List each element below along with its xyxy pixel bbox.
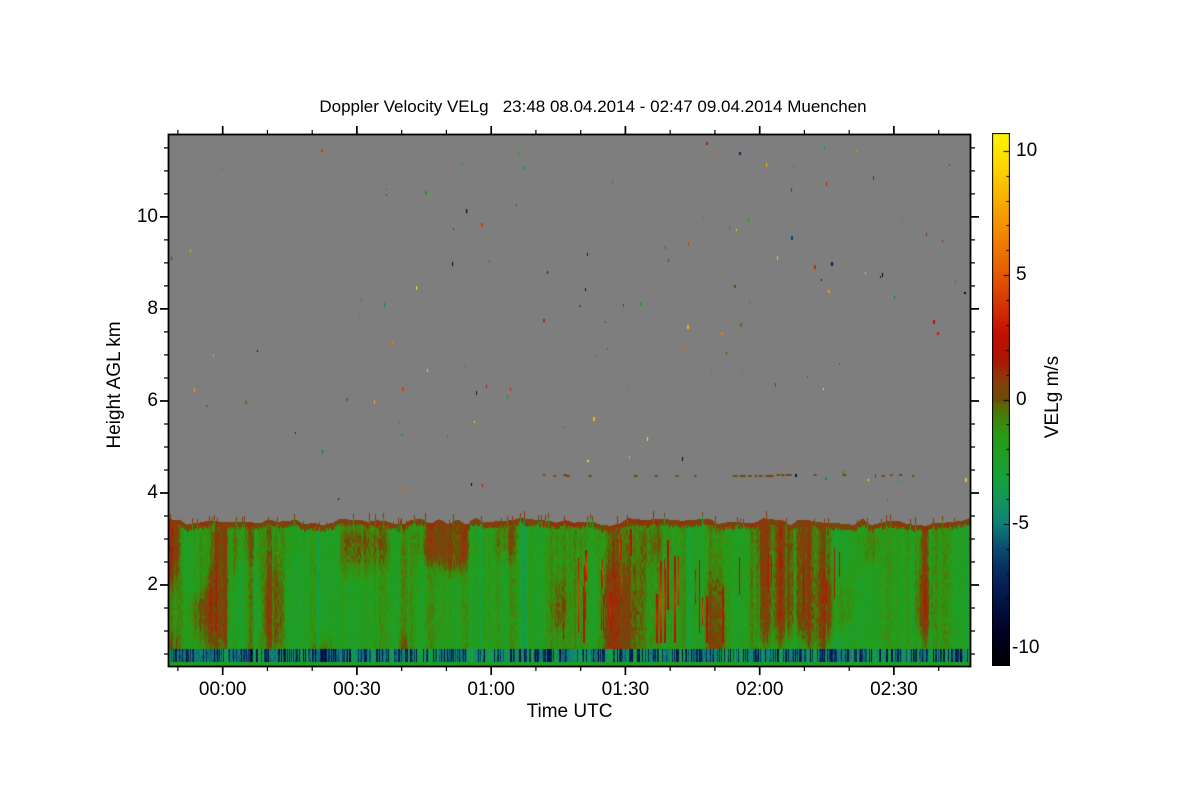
x-tick-label: 00:00 bbox=[198, 679, 247, 700]
x-tick-label: 00:30 bbox=[333, 679, 381, 700]
colorbar bbox=[992, 133, 1010, 666]
colorbar-tick-label: 10 bbox=[1016, 139, 1038, 161]
x-tick-label: 02:30 bbox=[870, 679, 918, 700]
x-tick-label: 01:00 bbox=[467, 679, 515, 700]
y-axis-label: Height AGL km bbox=[104, 321, 125, 449]
doppler-velocity-figure: Doppler Velocity VELg 23:48 08.04.2014 -… bbox=[0, 0, 1200, 800]
colorbar-tick-label: 0 bbox=[1016, 388, 1027, 410]
y-tick-label: 2 bbox=[147, 574, 158, 596]
colorbar-tick-label: -5 bbox=[1012, 512, 1029, 534]
colorbar-tick-label: -10 bbox=[1012, 637, 1040, 659]
x-axis-label: Time UTC bbox=[526, 701, 613, 722]
x-tick-label: 01:30 bbox=[601, 679, 650, 700]
y-tick-label: 6 bbox=[147, 389, 158, 411]
y-tick-label: 10 bbox=[136, 205, 158, 227]
chart-title: Doppler Velocity VELg 23:48 08.04.2014 -… bbox=[319, 97, 867, 116]
heatmap-plot-area bbox=[169, 135, 970, 666]
colorbar-label: VELg m/s bbox=[1042, 355, 1063, 439]
y-tick-label: 8 bbox=[147, 297, 158, 319]
colorbar-tick-label: 5 bbox=[1016, 264, 1027, 286]
y-tick-label: 4 bbox=[147, 481, 158, 503]
x-tick-label: 02:00 bbox=[735, 679, 784, 700]
